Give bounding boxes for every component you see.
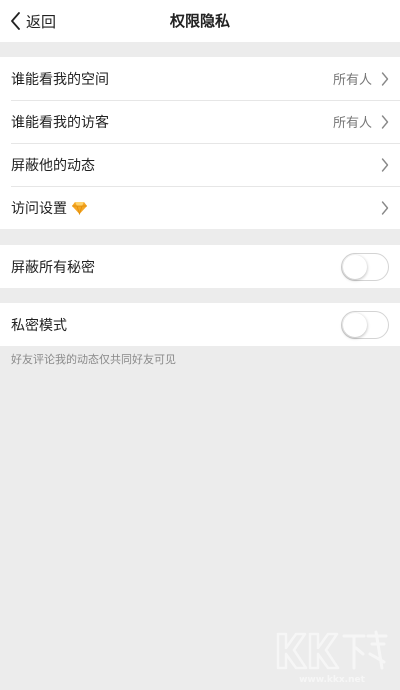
chevron-left-icon — [10, 12, 21, 30]
back-button[interactable]: 返回 — [10, 8, 56, 34]
row-label: 屏蔽所有秘密 — [11, 259, 95, 276]
settings-group-visibility: 谁能看我的空间 所有人 谁能看我的访客 所有人 屏蔽他的动态 访问设置 — [0, 57, 400, 229]
row-value: 所有人 — [332, 73, 372, 88]
private-mode-toggle[interactable] — [341, 310, 389, 339]
row-who-can-see-space[interactable]: 谁能看我的空间 所有人 — [0, 57, 400, 100]
toggle-knob — [343, 254, 367, 279]
back-label: 返回 — [26, 12, 57, 31]
chevron-right-icon — [381, 157, 389, 172]
row-label: 屏蔽他的动态 — [11, 157, 95, 174]
row-private-mode: 私密模式 — [0, 303, 400, 346]
settings-group-secrets: 屏蔽所有秘密 — [0, 245, 400, 288]
row-block-feeds[interactable]: 屏蔽他的动态 — [0, 143, 400, 186]
row-block-all-secrets: 屏蔽所有秘密 — [0, 245, 400, 288]
chevron-right-icon — [381, 200, 389, 215]
kkx-watermark-logo: www.kkx.net — [272, 628, 392, 686]
row-label: 谁能看我的空间 — [11, 71, 109, 88]
row-access-settings[interactable]: 访问设置 — [0, 186, 400, 229]
settings-group-private: 私密模式 — [0, 303, 400, 346]
row-value: 所有人 — [332, 116, 372, 131]
svg-text:www.kkx.net: www.kkx.net — [299, 675, 365, 685]
chevron-right-icon — [381, 71, 389, 86]
block-secrets-toggle[interactable] — [341, 252, 389, 281]
row-label: 私密模式 — [11, 317, 67, 334]
private-mode-hint: 好友评论我的动态仅共同好友可见 — [11, 353, 176, 366]
toggle-knob — [343, 312, 367, 337]
page-title: 权限隐私 — [169, 12, 230, 30]
top-navigation-bar: 权限隐私 返回 — [0, 0, 400, 42]
chevron-right-icon — [381, 114, 389, 129]
row-label: 谁能看我的访客 — [11, 114, 109, 131]
row-who-can-see-visitors[interactable]: 谁能看我的访客 所有人 — [0, 100, 400, 143]
yellow-diamond-icon — [71, 201, 88, 215]
row-label: 访问设置 — [11, 200, 67, 217]
